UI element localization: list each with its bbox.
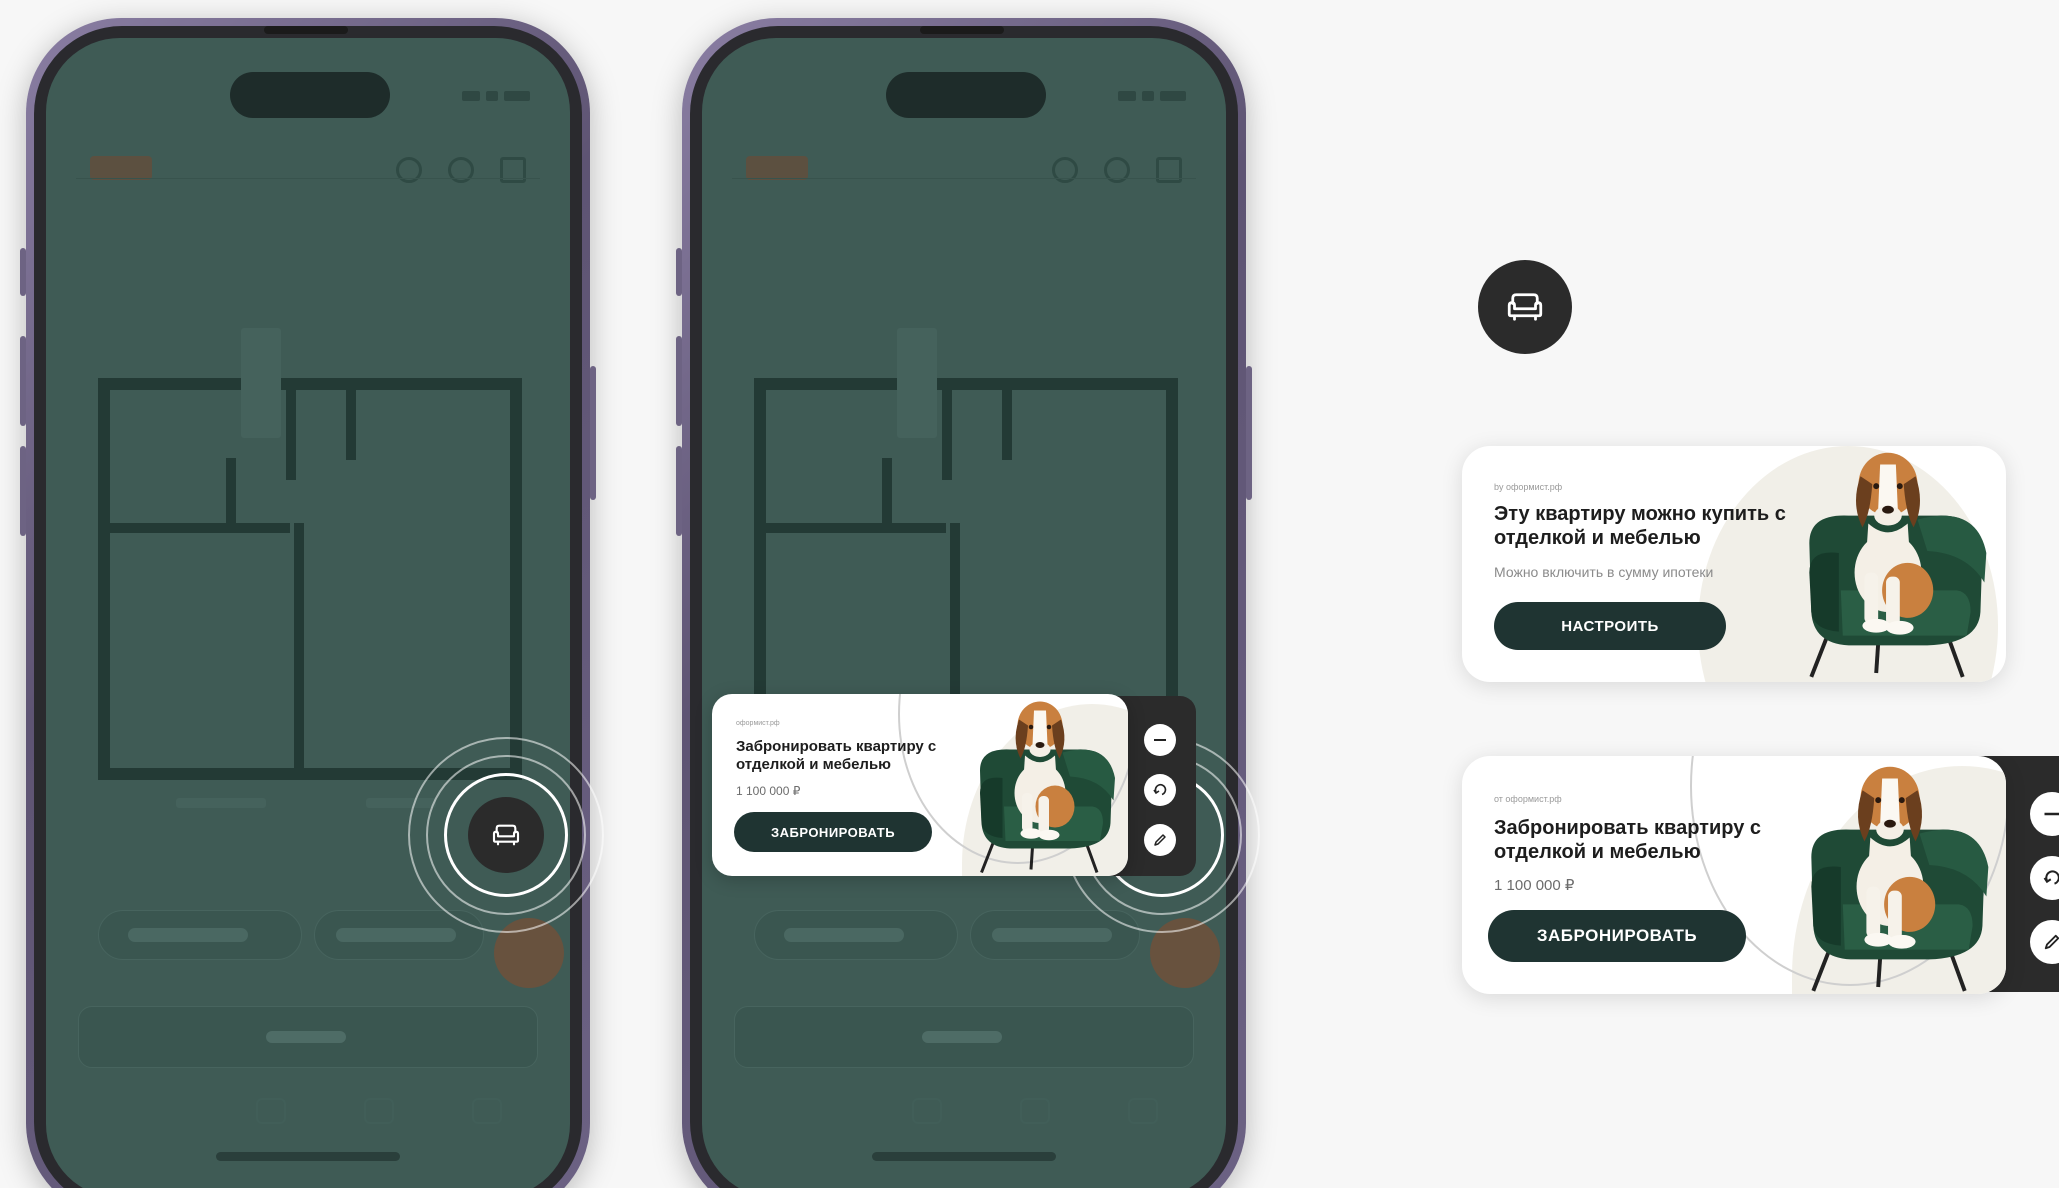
pencil-icon bbox=[1154, 834, 1166, 846]
furniture-fab-button[interactable] bbox=[468, 797, 544, 873]
site-logo bbox=[746, 156, 808, 180]
dog-on-armchair-image bbox=[1772, 756, 2006, 994]
power-button bbox=[1246, 366, 1252, 500]
book-button[interactable]: ЗАБРОНИРОВАТЬ bbox=[1488, 910, 1746, 962]
menu-icon bbox=[500, 157, 526, 183]
speaker-grill bbox=[264, 26, 348, 34]
configure-card: by оформист.рф Эту квартиру можно купить… bbox=[1462, 446, 2006, 682]
mute-switch bbox=[20, 248, 26, 296]
armchair-icon bbox=[1504, 286, 1546, 328]
status-bar bbox=[1112, 88, 1192, 101]
book-card: от оформист.рф Забронировать квартиру с … bbox=[1462, 756, 2006, 994]
phone-middle bbox=[676, 18, 1252, 1188]
heart-icon bbox=[1052, 157, 1078, 183]
home-indicator bbox=[872, 1152, 1056, 1161]
dog-on-armchair-image bbox=[950, 694, 1128, 876]
armchair-icon bbox=[490, 819, 522, 851]
book-source: от оформист.рф bbox=[1494, 794, 1562, 804]
popup-price: 1 100 000 ₽ bbox=[736, 784, 801, 798]
volume-up-button bbox=[676, 336, 682, 426]
booking-popup-card: оформист.рф Забронировать квартиру с отд… bbox=[712, 694, 1128, 876]
dynamic-island bbox=[886, 72, 1046, 118]
standalone-furniture-fab-button[interactable] bbox=[1478, 260, 1572, 354]
canvas: оформист.рф Забронировать квартиру с отд… bbox=[0, 0, 2059, 1188]
tabs-icon bbox=[472, 1098, 502, 1124]
minimize-button[interactable] bbox=[1144, 724, 1176, 756]
phone-left bbox=[20, 18, 596, 1188]
volume-down-button bbox=[20, 446, 26, 536]
menu-icon bbox=[1156, 157, 1182, 183]
site-logo bbox=[90, 156, 152, 180]
configure-button[interactable]: НАСТРОИТЬ bbox=[1494, 602, 1726, 650]
heart-icon bbox=[396, 157, 422, 183]
share-icon bbox=[256, 1098, 286, 1124]
rotate-button[interactable] bbox=[2030, 856, 2059, 900]
book-title: Забронировать квартиру с отделкой и мебе… bbox=[1494, 817, 1762, 863]
bookmarks-icon bbox=[364, 1098, 394, 1124]
edit-button[interactable] bbox=[2030, 920, 2059, 964]
book-button[interactable]: ЗАБРОНИРОВАТЬ bbox=[734, 812, 932, 852]
mute-switch bbox=[676, 248, 682, 296]
bookmarks-icon bbox=[1020, 1098, 1050, 1124]
pencil-icon bbox=[2044, 934, 2059, 950]
share-icon bbox=[912, 1098, 942, 1124]
home-indicator bbox=[216, 1152, 400, 1161]
popup-source: оформист.рф bbox=[736, 720, 780, 727]
minimize-icon bbox=[2044, 812, 2059, 816]
speaker-grill bbox=[920, 26, 1004, 34]
edit-button[interactable] bbox=[1144, 824, 1176, 856]
search-icon bbox=[448, 157, 474, 183]
minimize-button[interactable] bbox=[2030, 792, 2059, 836]
configure-subtitle: Можно включить в сумму ипотеки bbox=[1494, 564, 1714, 580]
floor-plan bbox=[98, 378, 522, 780]
book-price: 1 100 000 ₽ bbox=[1494, 877, 1575, 894]
tabs-icon bbox=[1128, 1098, 1158, 1124]
rotate-button[interactable] bbox=[1144, 774, 1176, 806]
status-bar bbox=[456, 88, 536, 101]
phone-screen bbox=[702, 38, 1226, 1188]
configure-title: Эту квартиру можно купить с отделкой и м… bbox=[1494, 503, 1786, 549]
volume-down-button bbox=[676, 446, 682, 536]
rotate-icon bbox=[1153, 783, 1167, 796]
configure-source: by оформист.рф bbox=[1494, 482, 1563, 492]
minimize-icon bbox=[1154, 739, 1166, 741]
dynamic-island bbox=[230, 72, 390, 118]
volume-up-button bbox=[20, 336, 26, 426]
phone-screen bbox=[46, 38, 570, 1188]
popup-title: Забронировать квартиру с отделкой и мебе… bbox=[736, 738, 937, 773]
rotate-icon bbox=[2043, 870, 2059, 885]
search-icon bbox=[1104, 157, 1130, 183]
power-button bbox=[590, 366, 596, 500]
dog-on-armchair-image bbox=[1770, 446, 2006, 682]
